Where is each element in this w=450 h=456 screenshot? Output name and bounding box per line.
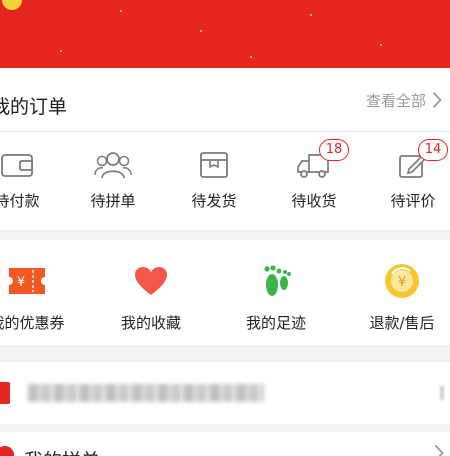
view-all-label: 查看全部 xyxy=(365,91,426,110)
tool-label: 我的优惠券 xyxy=(0,314,65,332)
order-item-pending-group[interactable]: 待拼单 xyxy=(78,148,148,211)
my-group-orders-row[interactable]: 我的拼单 xyxy=(0,432,450,456)
footprints-icon xyxy=(264,265,291,296)
order-item-pending-shipment[interactable]: 待发货 xyxy=(179,148,249,211)
order-item-label: 待收货 xyxy=(291,192,337,210)
svg-text:¥: ¥ xyxy=(398,275,406,290)
promo-icon xyxy=(0,382,10,404)
coupon-icon: ¥ xyxy=(9,268,45,294)
shortcuts-section: ¥ 我的优惠券 我的收藏 xyxy=(0,240,450,345)
tool-refund-aftersales[interactable]: ¥ 退款/售后 xyxy=(347,262,450,333)
orders-section: 我的订单 查看全部 待付款 待拼单 待发货 18 待收货 14 待评价 xyxy=(0,68,450,230)
group-orders-label: 我的拼单 xyxy=(24,446,100,456)
heart-icon xyxy=(135,267,167,295)
order-item-pending-review[interactable]: 14 待评价 xyxy=(378,139,448,211)
divider xyxy=(0,131,450,132)
profile-page: 我的订单 查看全部 待付款 待拼单 待发货 18 待收货 14 待评价 ¥ 的优… xyxy=(0,0,450,456)
tool-label: 我的收藏 xyxy=(120,314,181,332)
tool-label: 退款/售后 xyxy=(369,314,435,332)
group-users-icon xyxy=(94,152,132,179)
chevron-right-icon xyxy=(434,444,444,456)
header-banner xyxy=(0,0,450,68)
order-item-label: 待付款 xyxy=(0,192,40,210)
blurred-promo-text xyxy=(28,384,264,402)
order-item-label: 待拼单 xyxy=(90,192,136,210)
notification-badge: 14 xyxy=(418,139,448,161)
wallet-icon xyxy=(1,154,33,177)
refund-coin-icon: ¥ xyxy=(385,264,419,298)
promo-banner-row[interactable] xyxy=(0,362,450,424)
package-box-icon xyxy=(200,152,228,178)
tool-label: 我的足迹 xyxy=(245,314,306,332)
tool-my-footprints[interactable]: 我的足迹 xyxy=(221,262,331,333)
group-orders-icon xyxy=(0,446,14,456)
order-item-pending-payment[interactable]: 待付款 xyxy=(0,148,52,211)
view-all-orders-link[interactable]: 查看全部 xyxy=(366,88,442,112)
svg-text:¥: ¥ xyxy=(17,275,25,290)
tool-my-coupons[interactable]: ¥ 我的优惠券 xyxy=(0,262,82,333)
order-item-label: 待发货 xyxy=(191,192,237,210)
tool-my-favorites[interactable]: 我的收藏 xyxy=(96,262,206,333)
notification-badge: 18 xyxy=(319,139,349,161)
order-item-pending-receipt[interactable]: 18 待收货 xyxy=(279,139,349,211)
order-item-label: 待评价 xyxy=(390,192,436,210)
blurred-promo-mark xyxy=(440,386,444,400)
coin-decoration xyxy=(2,0,22,10)
orders-title: 我的订单 xyxy=(0,96,68,118)
chevron-right-icon xyxy=(432,91,442,109)
